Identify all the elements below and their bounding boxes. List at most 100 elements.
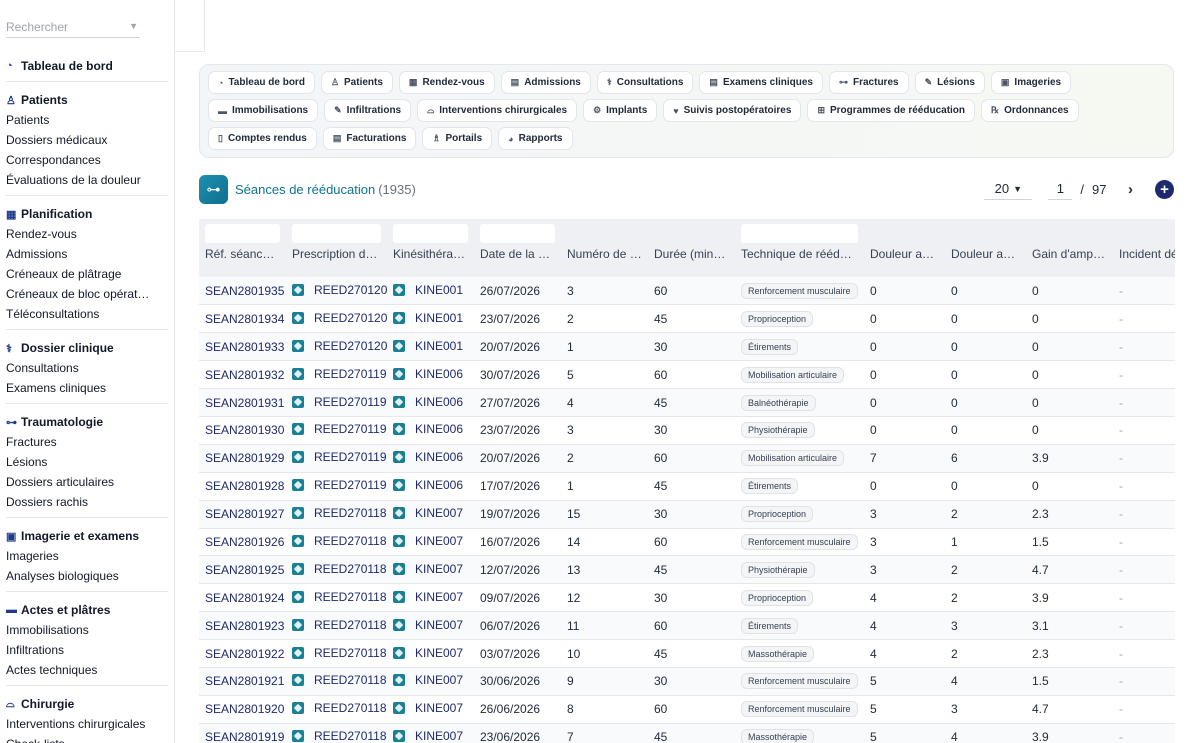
table-row[interactable]: SEAN2801934 REED270120 KINE001 23/07/2026 2 4… [199, 305, 1175, 333]
sidebar-item[interactable]: Consultations [6, 358, 168, 378]
sidebar-item[interactable]: Créneaux de plâtrage [6, 264, 168, 284]
per-page-select[interactable]: 20 ▼ [984, 178, 1033, 200]
physio-link[interactable]: KINE001 [393, 311, 463, 325]
session-ref-link[interactable]: SEAN2801935 [205, 284, 284, 298]
nav-pill[interactable]: ♙ Patients [320, 71, 393, 94]
sidebar-item[interactable]: Interventions chirurgicales [6, 714, 168, 734]
prescription-link[interactable]: REED270118 [292, 534, 387, 548]
physio-link[interactable]: KINE006 [393, 422, 463, 436]
session-ref-link[interactable]: SEAN2801921 [205, 674, 284, 688]
session-ref-link[interactable]: SEAN2801934 [205, 312, 284, 326]
prescription-link[interactable]: REED270118 [292, 590, 387, 604]
physio-link[interactable]: KINE001 [393, 283, 463, 297]
next-page-button[interactable]: › [1128, 181, 1133, 198]
nav-pill[interactable]: ◕ Rapports [498, 127, 573, 150]
nav-pill[interactable]: ♗ Portails [422, 127, 493, 150]
column-header[interactable]: Réf. séance … [199, 247, 286, 277]
column-filter-input[interactable] [480, 223, 555, 243]
prescription-link[interactable]: REED270120 [292, 283, 387, 297]
nav-pill[interactable]: ▣ Imageries [990, 71, 1072, 94]
table-row[interactable]: SEAN2801924 REED270118 KINE007 09/07/2026 12… [199, 584, 1175, 612]
table-row[interactable]: SEAN2801931 REED270119 KINE006 27/07/2026 4 4… [199, 388, 1175, 417]
column-header[interactable]: Prescription de … [286, 247, 387, 277]
sidebar-item[interactable]: Analyses biologiques [6, 566, 168, 586]
sidebar-item[interactable]: Examens cliniques [6, 378, 168, 398]
nav-pill[interactable]: ▬ Immobilisations [208, 99, 319, 122]
column-header[interactable]: Gain d'ampli… [1026, 247, 1113, 277]
sidebar-item[interactable]: Infiltrations [6, 640, 168, 660]
prescription-link[interactable]: REED270119 [292, 422, 387, 436]
nav-pill[interactable]: ▦ Rendez-vous [398, 71, 495, 94]
session-ref-link[interactable]: SEAN2801924 [205, 591, 284, 605]
sidebar-search[interactable]: Rechercher ▼ [6, 16, 140, 38]
sidebar-item[interactable]: Rendez-vous [6, 224, 168, 244]
prescription-link[interactable]: REED270119 [292, 478, 387, 492]
prescription-link[interactable]: REED270119 [292, 395, 387, 409]
sidebar-heading[interactable]: ⚕ Dossier clinique [6, 338, 168, 358]
sidebar-item[interactable]: Correspondances [6, 150, 168, 170]
sidebar-heading[interactable]: ▬ Actes et plâtres [6, 600, 168, 620]
sidebar-heading[interactable]: ⌓ Chirurgie [6, 694, 168, 714]
physio-link[interactable]: KINE007 [393, 618, 463, 632]
sidebar-item[interactable]: Admissions [6, 244, 168, 264]
table-row[interactable]: SEAN2801932 REED270119 KINE006 30/07/2026 5 6… [199, 361, 1175, 389]
sidebar-item[interactable]: Check-lists [6, 734, 168, 743]
column-header[interactable]: Technique de rééduc… [735, 247, 864, 277]
table-row[interactable]: SEAN2801923 REED270118 KINE007 06/07/2026 11… [199, 611, 1175, 640]
session-ref-link[interactable]: SEAN2801928 [205, 479, 284, 493]
column-header[interactable]: Douleur après [945, 247, 1026, 277]
session-ref-link[interactable]: SEAN2801920 [205, 702, 284, 716]
table-row[interactable]: SEAN2801921 REED270118 KINE007 30/06/2026 9 3… [199, 667, 1175, 696]
physio-link[interactable]: KINE007 [393, 701, 463, 715]
table-row[interactable]: SEAN2801919 REED270118 KINE007 23/06/2026 7 4… [199, 723, 1175, 743]
physio-link[interactable]: KINE007 [393, 562, 463, 576]
session-ref-link[interactable]: SEAN2801926 [205, 535, 284, 549]
sidebar-item[interactable]: Actes techniques [6, 660, 168, 680]
prescription-link[interactable]: REED270118 [292, 618, 387, 632]
column-header[interactable]: Kinésithérap… [387, 247, 474, 277]
sidebar-item[interactable]: Lésions [6, 452, 168, 472]
table-row[interactable]: SEAN2801935 REED270120 KINE001 26/07/2026 3 6… [199, 277, 1175, 305]
sidebar-item[interactable]: Téléconsultations [6, 304, 168, 324]
column-filter-input[interactable] [741, 223, 858, 243]
sidebar-heading[interactable]: ▣ Imagerie et examens [6, 526, 168, 546]
physio-link[interactable]: KINE007 [393, 646, 463, 660]
physio-link[interactable]: KINE007 [393, 590, 463, 604]
session-ref-link[interactable]: SEAN2801919 [205, 730, 284, 743]
column-filter-input[interactable] [393, 223, 468, 243]
nav-pill[interactable]: ⊶ Fractures [828, 71, 909, 94]
nav-pill[interactable]: ✎ Lésions [914, 71, 985, 94]
session-ref-link[interactable]: SEAN2801930 [205, 423, 284, 437]
prescription-link[interactable]: REED270118 [292, 701, 387, 715]
table-row[interactable]: SEAN2801925 REED270118 KINE007 12/07/2026 13… [199, 555, 1175, 584]
column-header[interactable]: Incident dé… [1113, 247, 1175, 277]
physio-link[interactable]: KINE006 [393, 478, 463, 492]
table-row[interactable]: SEAN2801929 REED270119 KINE006 20/07/2026 2 6… [199, 444, 1175, 473]
column-filter-input[interactable] [205, 223, 280, 243]
prescription-link[interactable]: REED270119 [292, 367, 387, 381]
sidebar-heading[interactable]: ⊶ Traumatologie [6, 412, 168, 432]
nav-pill[interactable]: ⊞ Programmes de rééducation [807, 99, 976, 122]
physio-link[interactable]: KINE006 [393, 367, 463, 381]
sidebar-item[interactable]: Évaluations de la douleur [6, 170, 168, 190]
table-row[interactable]: SEAN2801922 REED270118 KINE007 03/07/2026 10… [199, 640, 1175, 668]
chevron-down-icon[interactable]: ▼ [129, 21, 138, 31]
session-ref-link[interactable]: SEAN2801933 [205, 340, 284, 354]
sidebar-item[interactable]: Dossiers articulaires [6, 472, 168, 492]
prescription-link[interactable]: REED270120 [292, 311, 387, 325]
column-filter-input[interactable] [292, 223, 381, 243]
physio-link[interactable]: KINE007 [393, 534, 463, 548]
nav-pill[interactable]: ▤ Examens cliniques [699, 71, 823, 94]
sidebar-heading[interactable]: ♙ Patients [6, 90, 168, 110]
sidebar-item[interactable]: Créneaux de bloc opérat… [6, 284, 168, 304]
nav-pill[interactable]: ▯ Comptes rendus [208, 127, 317, 150]
session-ref-link[interactable]: SEAN2801922 [205, 647, 284, 661]
nav-pill[interactable]: ▤ Admissions [500, 71, 591, 94]
sidebar-item[interactable]: Immobilisations [6, 620, 168, 640]
column-header[interactable]: Durée (minut… [648, 247, 735, 277]
prescription-link[interactable]: REED270118 [292, 506, 387, 520]
nav-pill[interactable]: ⌓ Interventions chirurgicales [417, 99, 578, 122]
nav-pill[interactable]: ♥ Suivis postopératoires [663, 99, 802, 122]
sidebar-item[interactable]: Dossiers médicaux [6, 130, 168, 150]
sidebar-heading[interactable]: ◔ Tableau de bord [6, 56, 168, 76]
